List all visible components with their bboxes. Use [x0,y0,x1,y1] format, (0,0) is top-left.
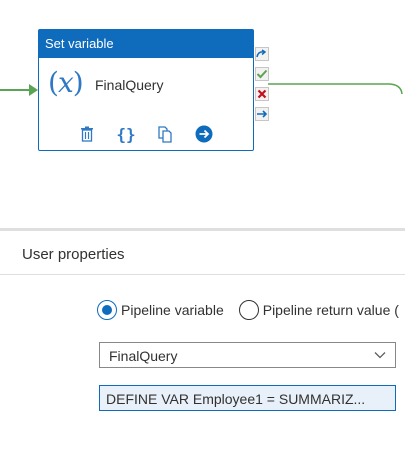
variable-type-radio-group: Pipeline variable Pipeline return value … [97,295,405,327]
copy-icon[interactable] [153,123,177,145]
pipeline-canvas[interactable]: Set variable (x) FinalQuery {} [0,0,405,228]
activity-body: (x) FinalQuery {} [39,58,253,150]
pipeline-return-value-label: Pipeline return value ( [262,302,399,318]
radio-unchecked-icon [238,300,259,320]
variable-name-value: FinalQuery [109,348,178,364]
delete-icon[interactable] [75,123,99,145]
failure-x-icon[interactable] [255,87,269,101]
skip-arrow-icon[interactable] [255,47,269,61]
variable-value-text: DEFINE VAR Employee1 = SUMMARIZ... [106,391,366,407]
incoming-connector-arrow-icon [29,84,38,96]
outgoing-connector-line [268,83,403,95]
radio-checked-icon [97,300,117,320]
variable-value-field[interactable]: DEFINE VAR Employee1 = SUMMARIZ... [99,385,396,411]
code-braces-icon[interactable]: {} [114,123,138,145]
properties-tab-header: User properties [0,231,405,275]
variable-x-icon: (x) [48,66,84,99]
variable-name-select[interactable]: FinalQuery [99,342,396,368]
arrow-right-circle-icon[interactable] [192,123,216,145]
pipeline-variable-radio[interactable]: Pipeline variable [97,300,224,320]
activity-name: FinalQuery [95,77,164,93]
completion-arrow-icon[interactable] [255,107,269,121]
pipeline-editor: Set variable (x) FinalQuery {} User prop… [0,0,405,454]
activity-output-ports [255,47,270,127]
chevron-down-icon [374,352,386,359]
set-variable-activity[interactable]: Set variable (x) FinalQuery {} [38,29,254,151]
activity-toolbar: {} [75,123,231,145]
activity-header: Set variable [39,30,253,58]
incoming-connector-line [0,89,30,91]
properties-title[interactable]: User properties [22,246,125,263]
pipeline-return-value-radio[interactable]: Pipeline return value ( [238,300,399,320]
pipeline-variable-label: Pipeline variable [121,302,224,318]
success-check-icon[interactable] [255,67,269,81]
